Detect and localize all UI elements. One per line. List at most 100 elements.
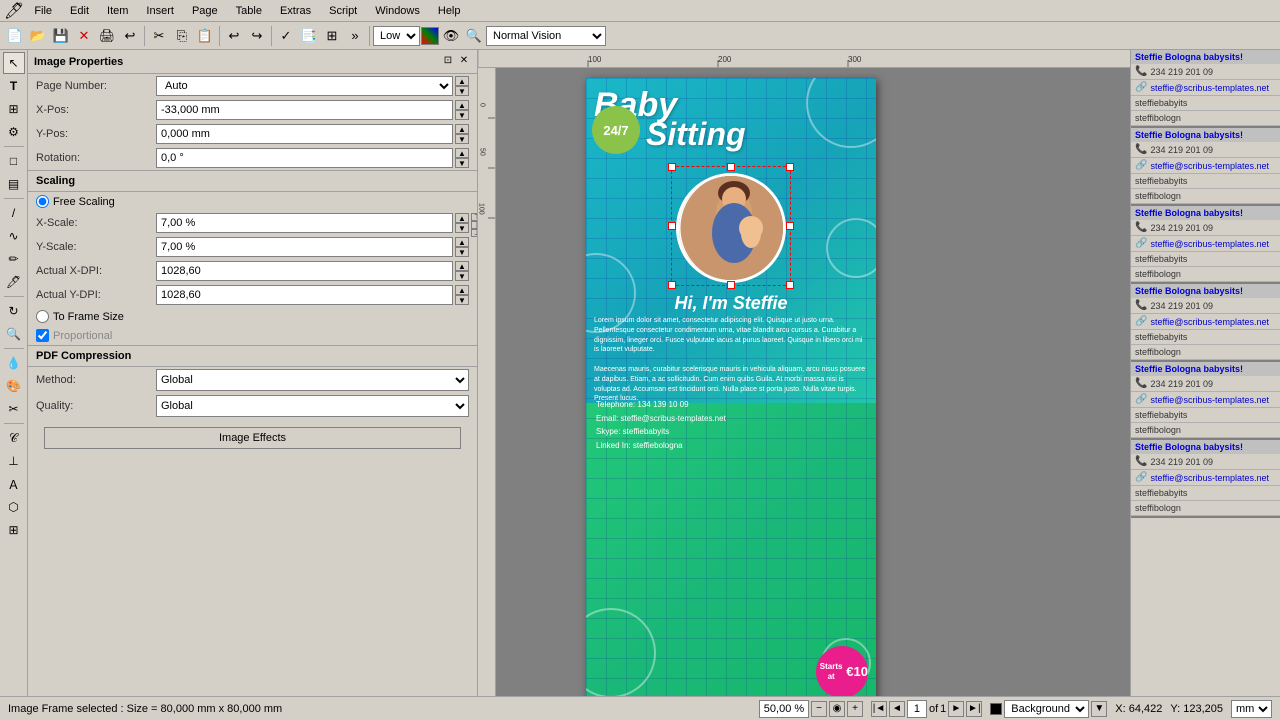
thumb-item-6a[interactable]: 📞 234 219 201 09 <box>1131 454 1280 470</box>
settings-tool[interactable]: ⚙ <box>3 121 25 143</box>
preview-button[interactable]: 👁 <box>440 25 462 47</box>
preflight-button[interactable]: ✓ <box>275 25 297 47</box>
thumb-item-3a[interactable]: 📞 234 219 201 09 <box>1131 220 1280 236</box>
paste-button[interactable]: 📋 <box>194 25 216 47</box>
ydpi-input[interactable] <box>156 285 453 305</box>
new-button[interactable]: 📄 <box>4 25 26 47</box>
scissors-tool[interactable]: ✂ <box>3 398 25 420</box>
xscale-chain-bot[interactable]: ⊥ <box>471 229 478 237</box>
layer-down-button[interactable]: ▼ <box>1091 701 1107 717</box>
pdf2-button[interactable]: ⊞ <box>321 25 343 47</box>
yscale-down[interactable]: ▼ <box>455 247 469 257</box>
layers-tool[interactable]: ▤ <box>3 173 25 195</box>
select-tool[interactable]: ↖ <box>3 52 25 74</box>
zoom-original-button[interactable]: ◉ <box>829 701 845 717</box>
pencil-tool[interactable]: ✏ <box>3 248 25 270</box>
proportional-check[interactable] <box>36 329 49 342</box>
thumb-item-3d[interactable]: steffibologn <box>1131 267 1280 282</box>
xdpi-input[interactable] <box>156 261 453 281</box>
thumb-item-6b[interactable]: 🔗 steffie@scribus-templates.net <box>1131 470 1280 486</box>
ypos-up[interactable]: ▲ <box>455 124 469 134</box>
thumb-item-6d[interactable]: steffibologn <box>1131 501 1280 516</box>
xscale-input[interactable] <box>156 213 453 233</box>
copy-button[interactable]: ⎘ <box>171 25 193 47</box>
xscale-chain-top[interactable]: ⊤ <box>471 213 478 221</box>
zoom-in-button[interactable]: + <box>847 701 863 717</box>
ypos-input[interactable] <box>156 124 453 144</box>
pdf-quality-select[interactable]: Global Maximum High Medium Low Minimum <box>156 395 469 417</box>
thumb-item-4a[interactable]: 📞 234 219 201 09 <box>1131 298 1280 314</box>
freehand-tool[interactable]: 🖊 <box>3 271 25 293</box>
unit-select[interactable]: mm pt in px <box>1231 700 1272 718</box>
open-button[interactable]: 📂 <box>27 25 49 47</box>
shape-tool[interactable]: □ <box>3 150 25 172</box>
thumb-item-2b[interactable]: 🔗 steffie@scribus-templates.net <box>1131 158 1280 174</box>
rotation-down[interactable]: ▼ <box>455 158 469 168</box>
page-number-current[interactable] <box>907 700 927 718</box>
thumb-item-5b[interactable]: 🔗 steffie@scribus-templates.net <box>1131 392 1280 408</box>
color-tool[interactable]: 🎨 <box>3 375 25 397</box>
rotation-up[interactable]: ▲ <box>455 148 469 158</box>
free-scaling-radio[interactable] <box>36 195 49 208</box>
eyedropper-tool[interactable]: 💧 <box>3 352 25 374</box>
storyeditor-tool[interactable]: Ａ <box>3 473 25 495</box>
ydpi-up[interactable]: ▲ <box>455 285 469 295</box>
next-page-button[interactable]: ► <box>948 701 964 717</box>
ydpi-down[interactable]: ▼ <box>455 295 469 305</box>
thumb-item-3c[interactable]: steffiebabyits <box>1131 252 1280 267</box>
yscale-up[interactable]: ▲ <box>455 237 469 247</box>
to-frame-radio[interactable] <box>36 310 49 323</box>
calligraphic-tool[interactable]: 𝒞 <box>3 427 25 449</box>
menu-windows[interactable]: Windows <box>367 3 428 19</box>
print-button[interactable]: 🖨 <box>96 25 118 47</box>
image-tool[interactable]: ⊞ <box>3 98 25 120</box>
undo-button[interactable]: ↩ <box>223 25 245 47</box>
line-tool[interactable]: / <box>3 202 25 224</box>
thumb-item-5a[interactable]: 📞 234 219 201 09 <box>1131 376 1280 392</box>
ypos-down[interactable]: ▼ <box>455 134 469 144</box>
first-page-button[interactable]: |◄ <box>871 701 887 717</box>
pdf-method-select[interactable]: Global Automatic JPEG ZIP None <box>156 369 469 391</box>
redo-button[interactable]: ↪ <box>246 25 268 47</box>
grid-tool[interactable]: ⊞ <box>3 519 25 541</box>
vision-select[interactable]: Normal Vision <box>486 26 606 46</box>
pdf-button[interactable]: 📑 <box>298 25 320 47</box>
thumb-item-2a[interactable]: 📞 234 219 201 09 <box>1131 142 1280 158</box>
menu-page[interactable]: Page <box>184 3 226 19</box>
thumb-item-3b[interactable]: 🔗 steffie@scribus-templates.net <box>1131 236 1280 252</box>
menu-item[interactable]: Item <box>99 3 136 19</box>
more-button[interactable]: » <box>344 25 366 47</box>
properties-restore-button[interactable]: ⊡ <box>441 55 455 69</box>
menu-file[interactable]: File <box>26 3 60 19</box>
thumb-item-4b[interactable]: 🔗 steffie@scribus-templates.net <box>1131 314 1280 330</box>
menu-edit[interactable]: Edit <box>62 3 97 19</box>
xpos-down[interactable]: ▼ <box>455 110 469 120</box>
xdpi-up[interactable]: ▲ <box>455 261 469 271</box>
thumb-item-2c[interactable]: steffiebabyits <box>1131 174 1280 189</box>
thumb-item-1c[interactable]: steffiebabyits <box>1131 96 1280 111</box>
thumb-item-1d[interactable]: steffibologn <box>1131 111 1280 126</box>
close-button[interactable]: ✕ <box>73 25 95 47</box>
canvas-scroll[interactable]: Baby Sitting 24/7 <box>496 68 1130 696</box>
xdpi-down[interactable]: ▼ <box>455 271 469 281</box>
menu-extras[interactable]: Extras <box>272 3 319 19</box>
menu-table[interactable]: Table <box>228 3 270 19</box>
color-mgmt-button[interactable] <box>421 27 439 45</box>
xscale-chain-mid[interactable]: | <box>471 221 478 229</box>
rotation-input[interactable] <box>156 148 453 168</box>
cut-button[interactable]: ✂ <box>148 25 170 47</box>
thumb-item-5c[interactable]: steffiebabyits <box>1131 408 1280 423</box>
quality-select[interactable]: Low <box>373 26 420 46</box>
last-page-button[interactable]: ►| <box>966 701 982 717</box>
properties-close-button[interactable]: ✕ <box>457 55 471 69</box>
thumb-item-2d[interactable]: steffibologn <box>1131 189 1280 204</box>
xpos-input[interactable] <box>156 100 453 120</box>
thumb-item-4c[interactable]: steffiebabyits <box>1131 330 1280 345</box>
menu-insert[interactable]: Insert <box>138 3 182 19</box>
menu-script[interactable]: Script <box>321 3 365 19</box>
menu-help[interactable]: Help <box>430 3 469 19</box>
text-tool[interactable]: T <box>3 75 25 97</box>
zoom-tool[interactable]: 🔍 <box>3 323 25 345</box>
yscale-input[interactable] <box>156 237 453 257</box>
preview2-button[interactable]: 🔍 <box>463 25 485 47</box>
